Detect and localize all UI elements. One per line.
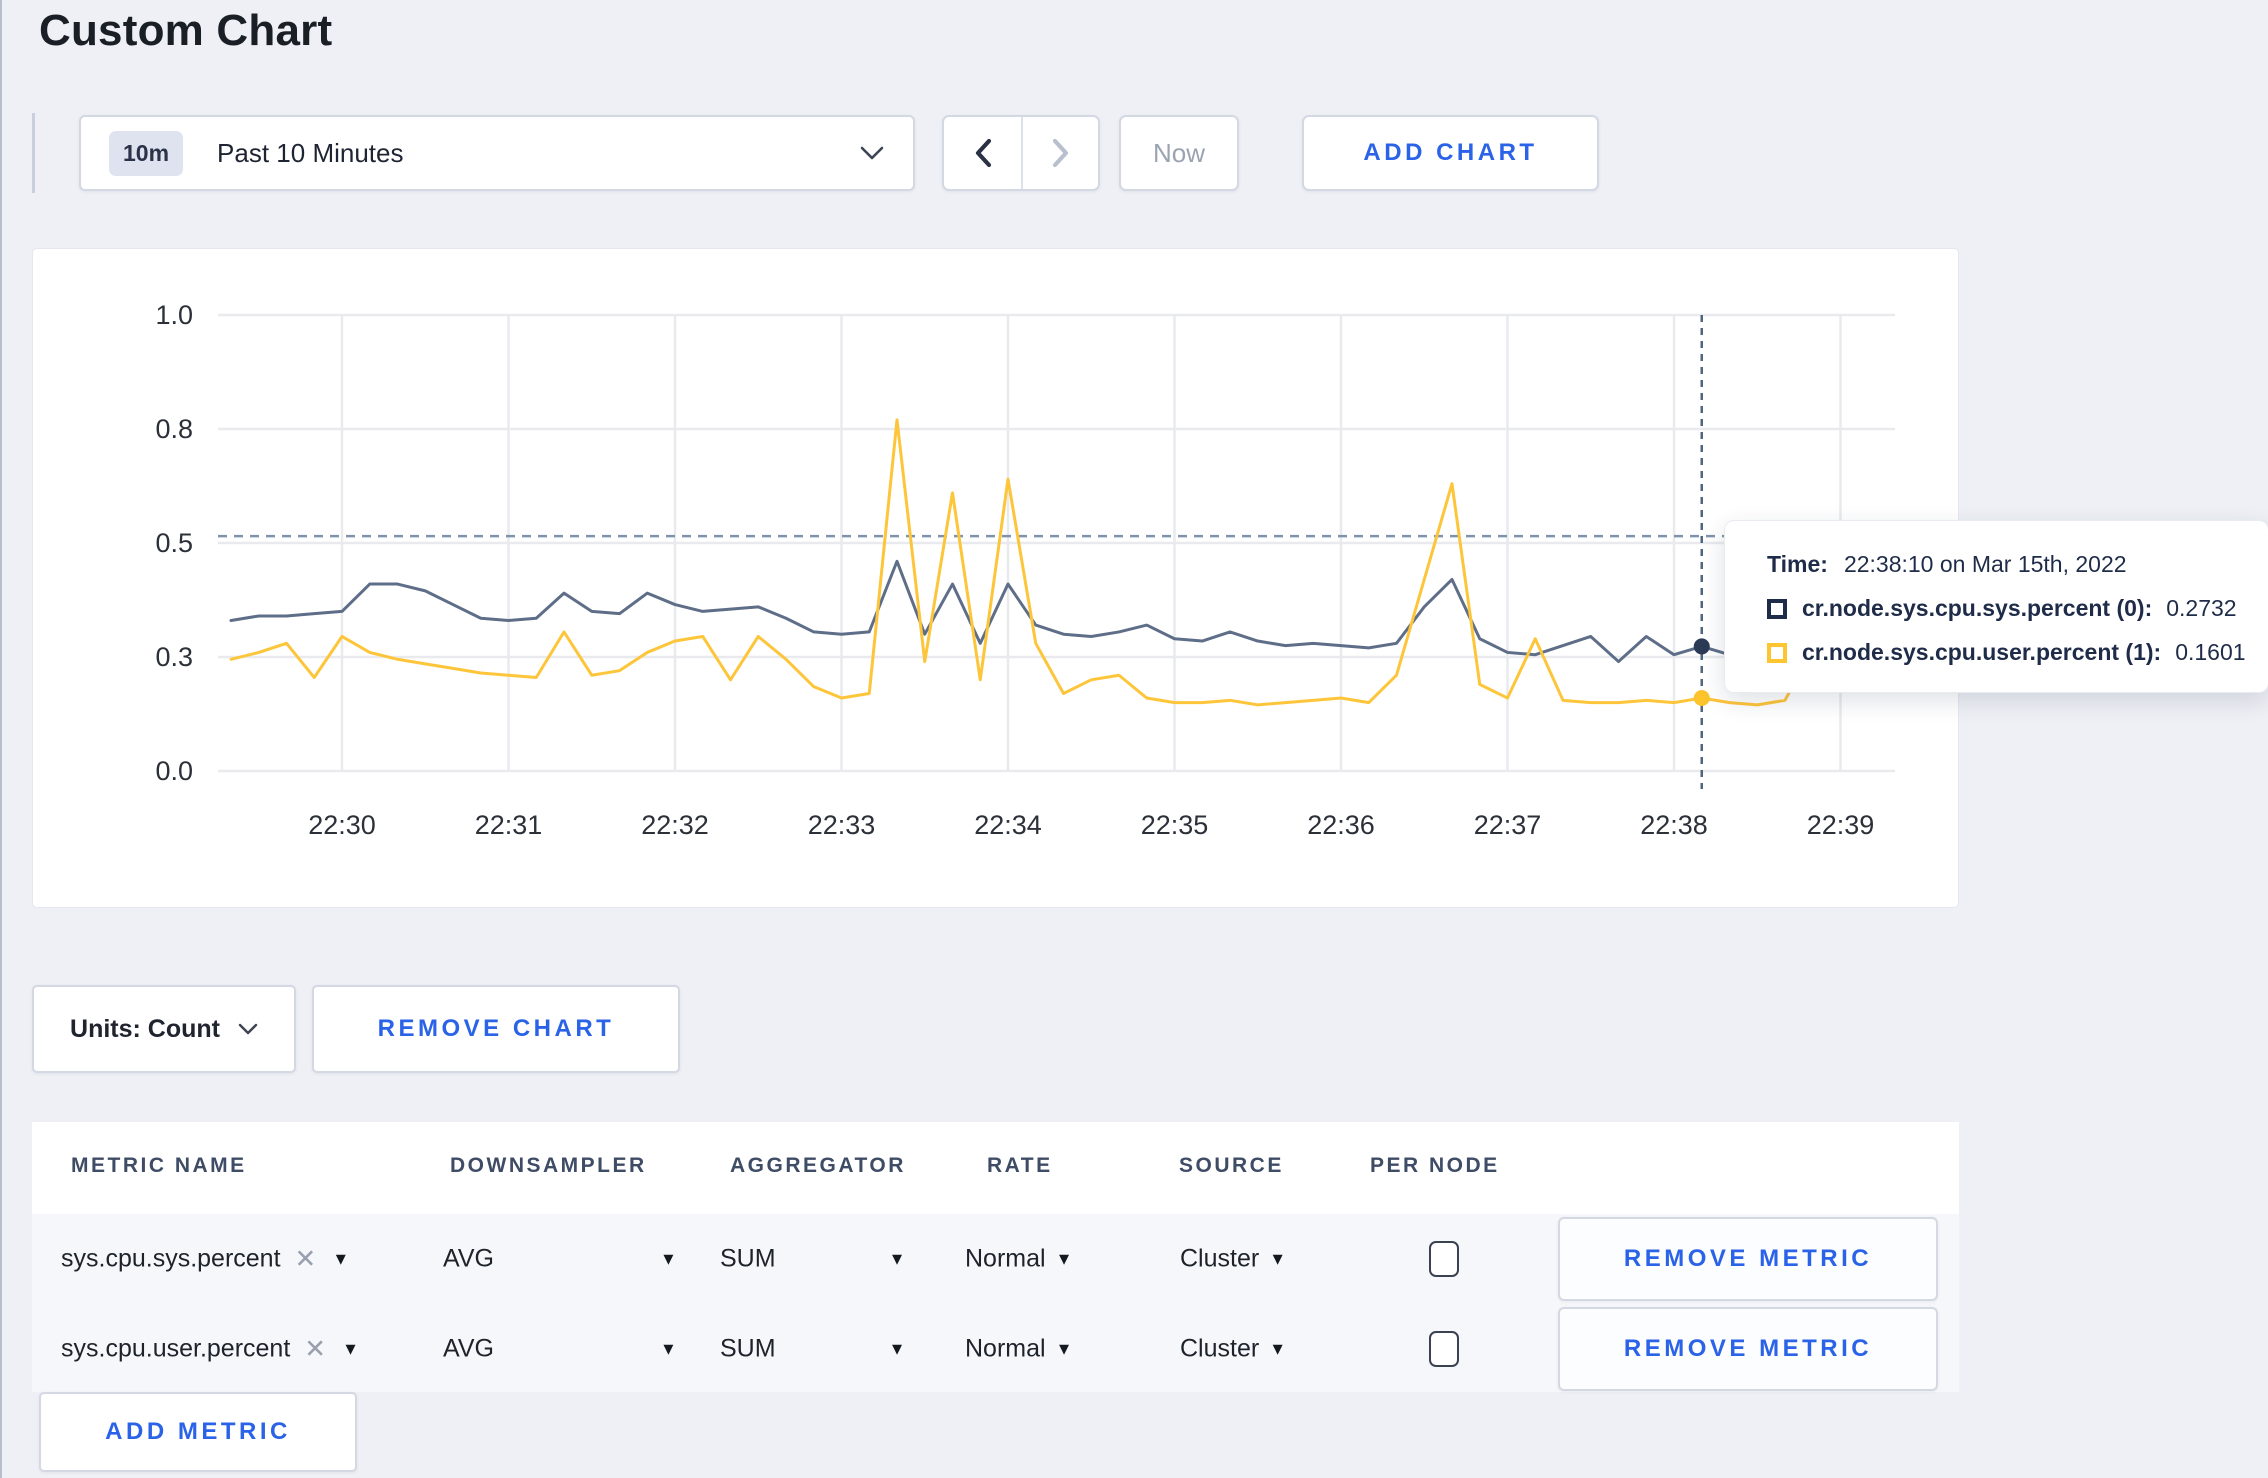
aggregator-value: SUM xyxy=(720,1334,776,1363)
downsampler-select[interactable]: AVG ▼ xyxy=(443,1245,677,1274)
step-back-button[interactable] xyxy=(944,117,1021,189)
svg-text:22:32: 22:32 xyxy=(641,810,709,840)
downsampler-value: AVG xyxy=(443,1244,494,1273)
chevron-down-icon xyxy=(859,145,885,161)
toolbar-divider xyxy=(32,113,35,193)
units-dropdown[interactable]: Units: Count xyxy=(32,985,296,1073)
aggregator-select[interactable]: SUM ▼ xyxy=(720,1335,905,1364)
col-header-per-node: PER NODE xyxy=(1370,1154,1500,1177)
tooltip-time-label: Time: xyxy=(1767,551,1828,577)
time-range-badge: 10m xyxy=(109,130,184,176)
clear-metric-icon[interactable]: ✕ xyxy=(304,1334,326,1365)
tooltip-series-value: 0.1601 xyxy=(2175,639,2246,665)
chevron-down-icon xyxy=(238,1023,258,1036)
tooltip-time-value: 22:38:10 on Mar 15th, 2022 xyxy=(1843,551,2127,577)
svg-text:22:33: 22:33 xyxy=(808,810,876,840)
svg-text:0.3: 0.3 xyxy=(155,642,193,672)
svg-text:0.8: 0.8 xyxy=(155,414,193,444)
svg-text:22:34: 22:34 xyxy=(974,810,1042,840)
svg-text:22:36: 22:36 xyxy=(1307,810,1375,840)
dropdown-arrow-icon[interactable]: ▼ xyxy=(1056,1339,1073,1359)
clear-metric-icon[interactable]: ✕ xyxy=(295,1244,317,1275)
tooltip-series-row: cr.node.sys.cpu.sys.percent (0): 0.2732 xyxy=(1767,595,2268,622)
table-row: sys.cpu.sys.percent ✕ ▼ AVG ▼ SUM ▼ Norm… xyxy=(32,1214,1959,1304)
svg-text:0.5: 0.5 xyxy=(155,528,193,558)
dropdown-arrow-icon[interactable]: ▼ xyxy=(660,1339,677,1359)
timeseries-chart[interactable]: 0.0 0.3 0.5 0.8 1.0 22:30 22:31 22:32 22:33 22:34… xyxy=(33,249,1960,909)
tooltip-series-value: 0.2732 xyxy=(2166,595,2237,621)
source-value: Cluster xyxy=(1180,1244,1260,1273)
add-chart-button[interactable]: ADD CHART xyxy=(1302,115,1599,191)
source-select[interactable]: Cluster ▼ xyxy=(1180,1335,1286,1364)
per-node-checkbox[interactable] xyxy=(1429,1241,1459,1277)
dropdown-arrow-icon[interactable]: ▼ xyxy=(660,1249,677,1269)
rate-select[interactable]: Normal ▼ xyxy=(965,1335,1072,1364)
downsampler-select[interactable]: AVG ▼ xyxy=(443,1335,677,1364)
col-header-source: SOURCE xyxy=(1179,1154,1284,1177)
chart-tooltip: Time: 22:38:10 on Mar 15th, 2022 cr.node… xyxy=(1724,520,2268,693)
dropdown-arrow-icon[interactable]: ▼ xyxy=(1269,1339,1286,1359)
time-range-dropdown[interactable]: 10m Past 10 Minutes xyxy=(79,115,915,191)
metric-name-value: sys.cpu.sys.percent xyxy=(61,1244,281,1273)
aggregator-select[interactable]: SUM ▼ xyxy=(720,1245,905,1274)
step-forward-button[interactable] xyxy=(1021,117,1098,189)
source-value: Cluster xyxy=(1180,1334,1260,1363)
col-header-metric-name: METRIC NAME xyxy=(71,1154,247,1177)
now-button[interactable]: Now xyxy=(1119,115,1239,191)
time-step-button-group xyxy=(942,115,1100,191)
metrics-table-header: METRIC NAME DOWNSAMPLER AGGREGATOR RATE … xyxy=(32,1122,1959,1214)
svg-text:22:37: 22:37 xyxy=(1474,810,1542,840)
dropdown-arrow-icon[interactable]: ▼ xyxy=(332,1249,349,1269)
svg-text:22:31: 22:31 xyxy=(475,810,543,840)
svg-text:0.0: 0.0 xyxy=(155,756,193,786)
svg-text:1.0: 1.0 xyxy=(155,300,193,330)
col-header-rate: RATE xyxy=(987,1154,1053,1177)
remove-metric-button[interactable]: REMOVE METRIC xyxy=(1558,1217,1938,1301)
table-row: sys.cpu.user.percent ✕ ▼ AVG ▼ SUM ▼ Nor… xyxy=(32,1304,1959,1394)
svg-text:22:35: 22:35 xyxy=(1141,810,1209,840)
rate-select[interactable]: Normal ▼ xyxy=(965,1245,1072,1274)
tooltip-time-row: Time: 22:38:10 on Mar 15th, 2022 xyxy=(1767,551,2268,578)
dropdown-arrow-icon[interactable]: ▼ xyxy=(1056,1249,1073,1269)
units-label: Units: Count xyxy=(70,1014,220,1043)
remove-metric-button[interactable]: REMOVE METRIC xyxy=(1558,1307,1938,1391)
dropdown-arrow-icon[interactable]: ▼ xyxy=(889,1249,906,1269)
dropdown-arrow-icon[interactable]: ▼ xyxy=(1269,1249,1286,1269)
per-node-checkbox[interactable] xyxy=(1429,1331,1459,1367)
add-metric-button[interactable]: ADD METRIC xyxy=(39,1392,357,1472)
metric-name-select[interactable]: sys.cpu.user.percent ✕ ▼ xyxy=(61,1334,359,1365)
svg-text:22:30: 22:30 xyxy=(308,810,376,840)
tooltip-series-row: cr.node.sys.cpu.user.percent (1): 0.1601 xyxy=(1767,639,2268,666)
series-swatch-icon xyxy=(1767,598,1787,619)
series-swatch-icon xyxy=(1767,642,1787,663)
source-select[interactable]: Cluster ▼ xyxy=(1180,1245,1286,1274)
col-header-downsampler: DOWNSAMPLER xyxy=(450,1154,647,1177)
dropdown-arrow-icon[interactable]: ▼ xyxy=(889,1339,906,1359)
time-range-label: Past 10 Minutes xyxy=(217,137,404,168)
rate-value: Normal xyxy=(965,1244,1046,1273)
dropdown-arrow-icon[interactable]: ▼ xyxy=(342,1339,359,1359)
svg-text:22:38: 22:38 xyxy=(1640,810,1708,840)
svg-text:22:39: 22:39 xyxy=(1807,810,1875,840)
downsampler-value: AVG xyxy=(443,1334,494,1363)
remove-chart-button[interactable]: REMOVE CHART xyxy=(312,985,680,1073)
col-header-aggregator: AGGREGATOR xyxy=(730,1154,906,1177)
metric-name-value: sys.cpu.user.percent xyxy=(61,1334,291,1363)
tooltip-series-label: cr.node.sys.cpu.sys.percent (0): xyxy=(1802,595,2153,621)
tooltip-series-label: cr.node.sys.cpu.user.percent (1): xyxy=(1802,639,2162,665)
page-title: Custom Chart xyxy=(39,6,333,55)
metrics-table-body: sys.cpu.sys.percent ✕ ▼ AVG ▼ SUM ▼ Norm… xyxy=(32,1214,1959,1392)
metric-name-select[interactable]: sys.cpu.sys.percent ✕ ▼ xyxy=(61,1244,349,1275)
aggregator-value: SUM xyxy=(720,1244,776,1273)
rate-value: Normal xyxy=(965,1334,1046,1363)
timeseries-chart-panel[interactable]: 0.0 0.3 0.5 0.8 1.0 22:30 22:31 22:32 22:33 22:34… xyxy=(32,248,1959,908)
